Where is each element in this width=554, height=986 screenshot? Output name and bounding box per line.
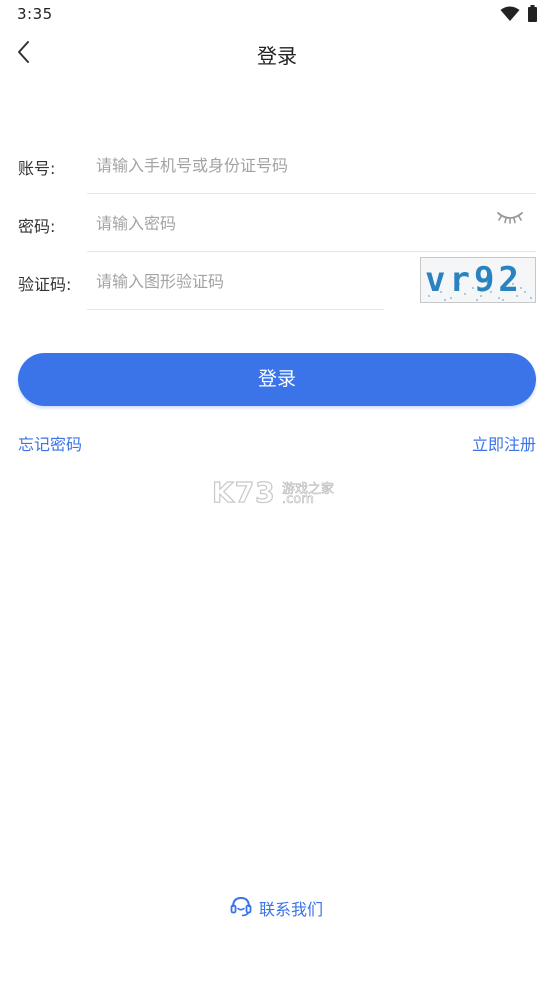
password-row: 密码: xyxy=(0,195,554,252)
battery-icon xyxy=(528,5,537,22)
captcha-divider xyxy=(87,309,384,310)
register-link[interactable]: 立即注册 xyxy=(472,431,536,455)
status-bar: 3:35 xyxy=(0,0,554,28)
eye-closed-icon[interactable] xyxy=(496,208,524,228)
login-button[interactable]: 登录 xyxy=(18,353,536,406)
watermark-domain-text: .com xyxy=(282,492,315,508)
nav-bar: 登录 xyxy=(0,28,554,78)
account-divider xyxy=(87,193,536,194)
password-label: 密码: xyxy=(18,217,56,236)
status-time: 3:35 xyxy=(17,5,53,23)
password-input[interactable] xyxy=(96,205,486,241)
account-label: 账号: xyxy=(18,159,56,178)
captcha-input[interactable] xyxy=(96,263,376,299)
contact-us-label: 联系我们 xyxy=(259,900,324,919)
page-title: 登录 xyxy=(257,44,297,68)
login-screen: 3:35 登录 账号: 密码: xyxy=(0,0,554,986)
captcha-label: 验证码: xyxy=(18,275,72,294)
captcha-text: vr92 xyxy=(425,260,523,300)
wifi-icon xyxy=(500,6,520,21)
watermark-logo-text: K73 xyxy=(211,475,276,509)
password-divider xyxy=(87,251,536,252)
account-row: 账号: xyxy=(0,137,554,194)
headset-icon xyxy=(230,896,252,917)
watermark-logo: K73 游戏之家 .com xyxy=(211,475,342,510)
account-input[interactable] xyxy=(96,147,526,183)
captcha-image[interactable]: vr92 xyxy=(420,257,536,303)
forgot-password-link[interactable]: 忘记密码 xyxy=(18,431,82,455)
